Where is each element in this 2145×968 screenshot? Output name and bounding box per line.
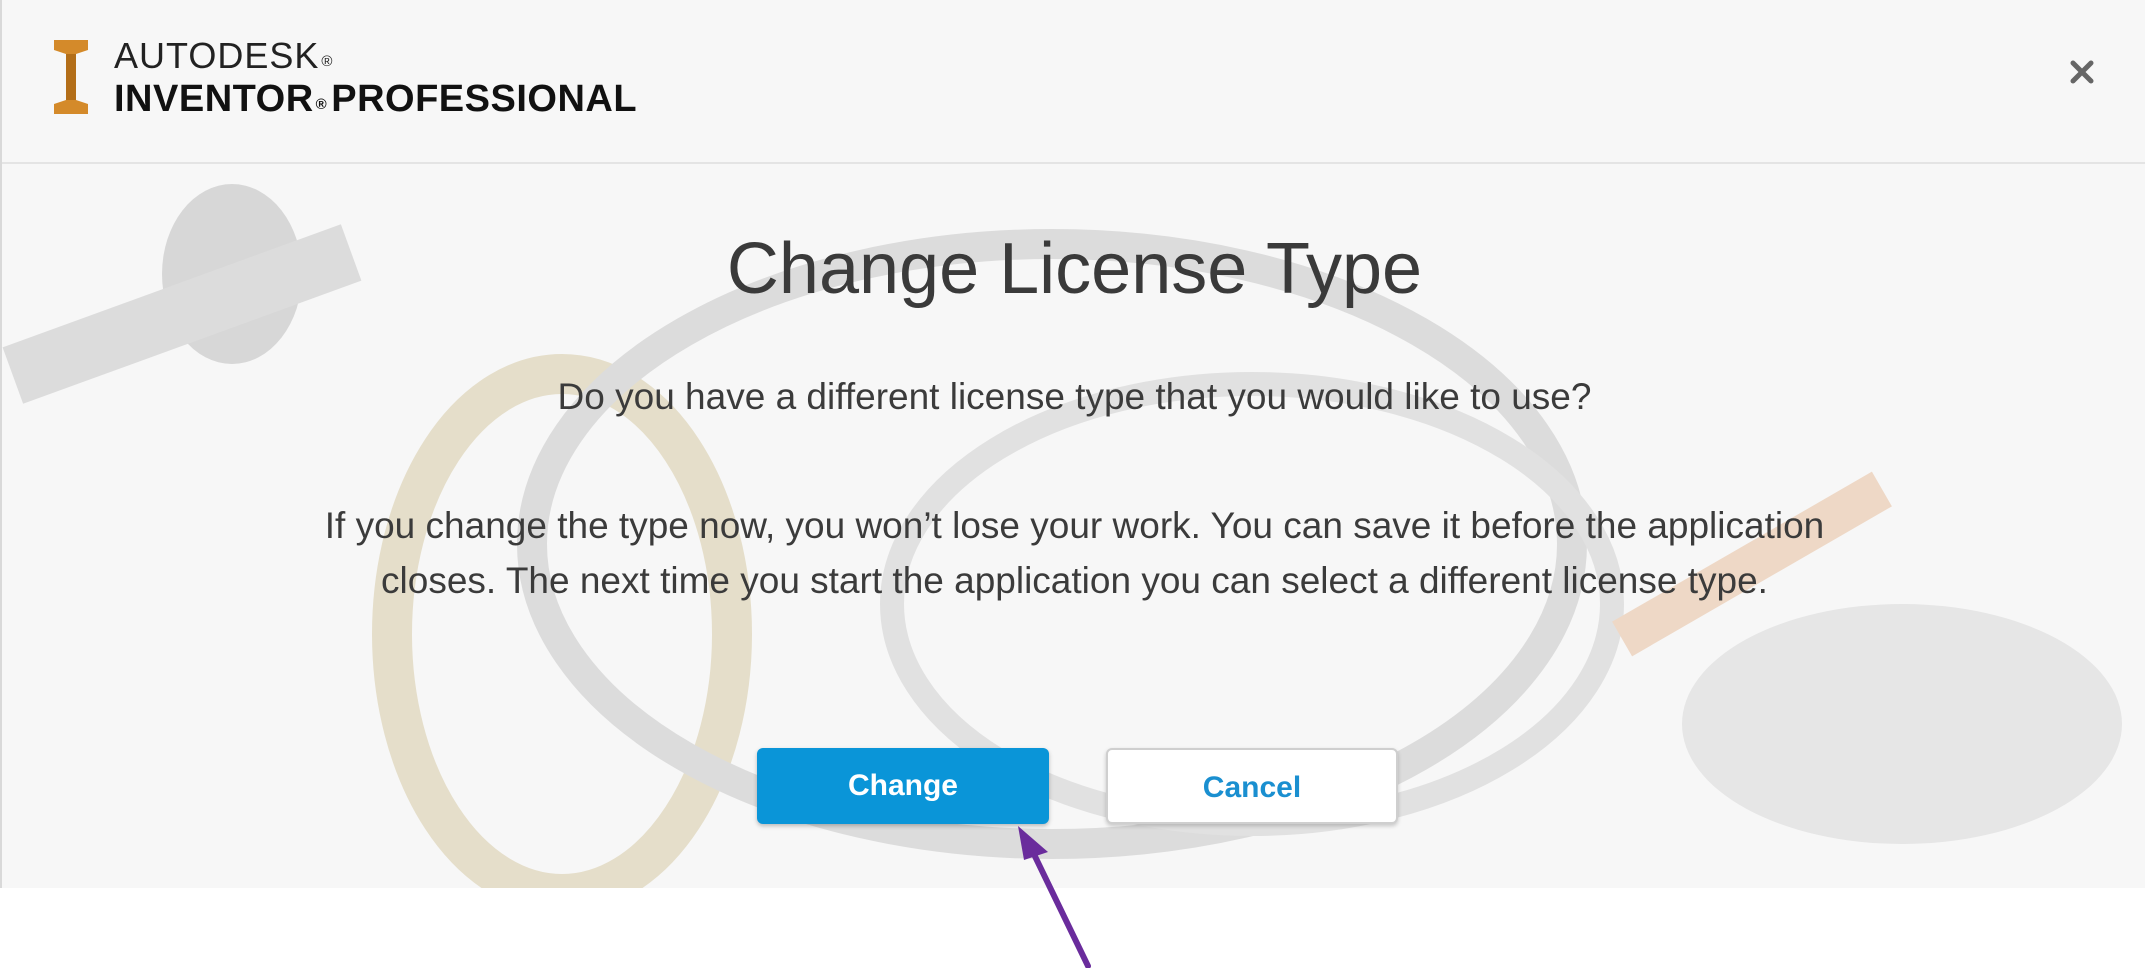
- dialog-body-text: If you change the type now, you won’t lo…: [242, 498, 1907, 608]
- body-line-2: closes. The next time you start the appl…: [381, 560, 1768, 601]
- arrow-pointer-icon: [1018, 826, 1091, 968]
- dialog-header: AUTODESK ® INVENTOR ® PROFESSIONAL: [2, 0, 2145, 164]
- inventor-logo-icon: [54, 40, 88, 114]
- dialog-question: Do you have a different license type tha…: [557, 376, 1592, 417]
- brand-product-name: INVENTOR ® PROFESSIONAL: [114, 78, 638, 120]
- change-license-dialog: AUTODESK ® INVENTOR ® PROFESSIONAL Change L…: [0, 0, 2145, 888]
- cancel-button[interactable]: Cancel: [1106, 748, 1398, 824]
- body-line-1: If you change the type now, you won’t lo…: [324, 505, 1825, 546]
- dialog-content: Change License Type Do you have a differ…: [2, 164, 2145, 888]
- brand-autodesk: AUTODESK ®: [114, 35, 334, 76]
- dialog-title: Change License Type: [726, 229, 1423, 309]
- change-button[interactable]: Change: [757, 748, 1049, 824]
- close-icon[interactable]: [2068, 58, 2096, 86]
